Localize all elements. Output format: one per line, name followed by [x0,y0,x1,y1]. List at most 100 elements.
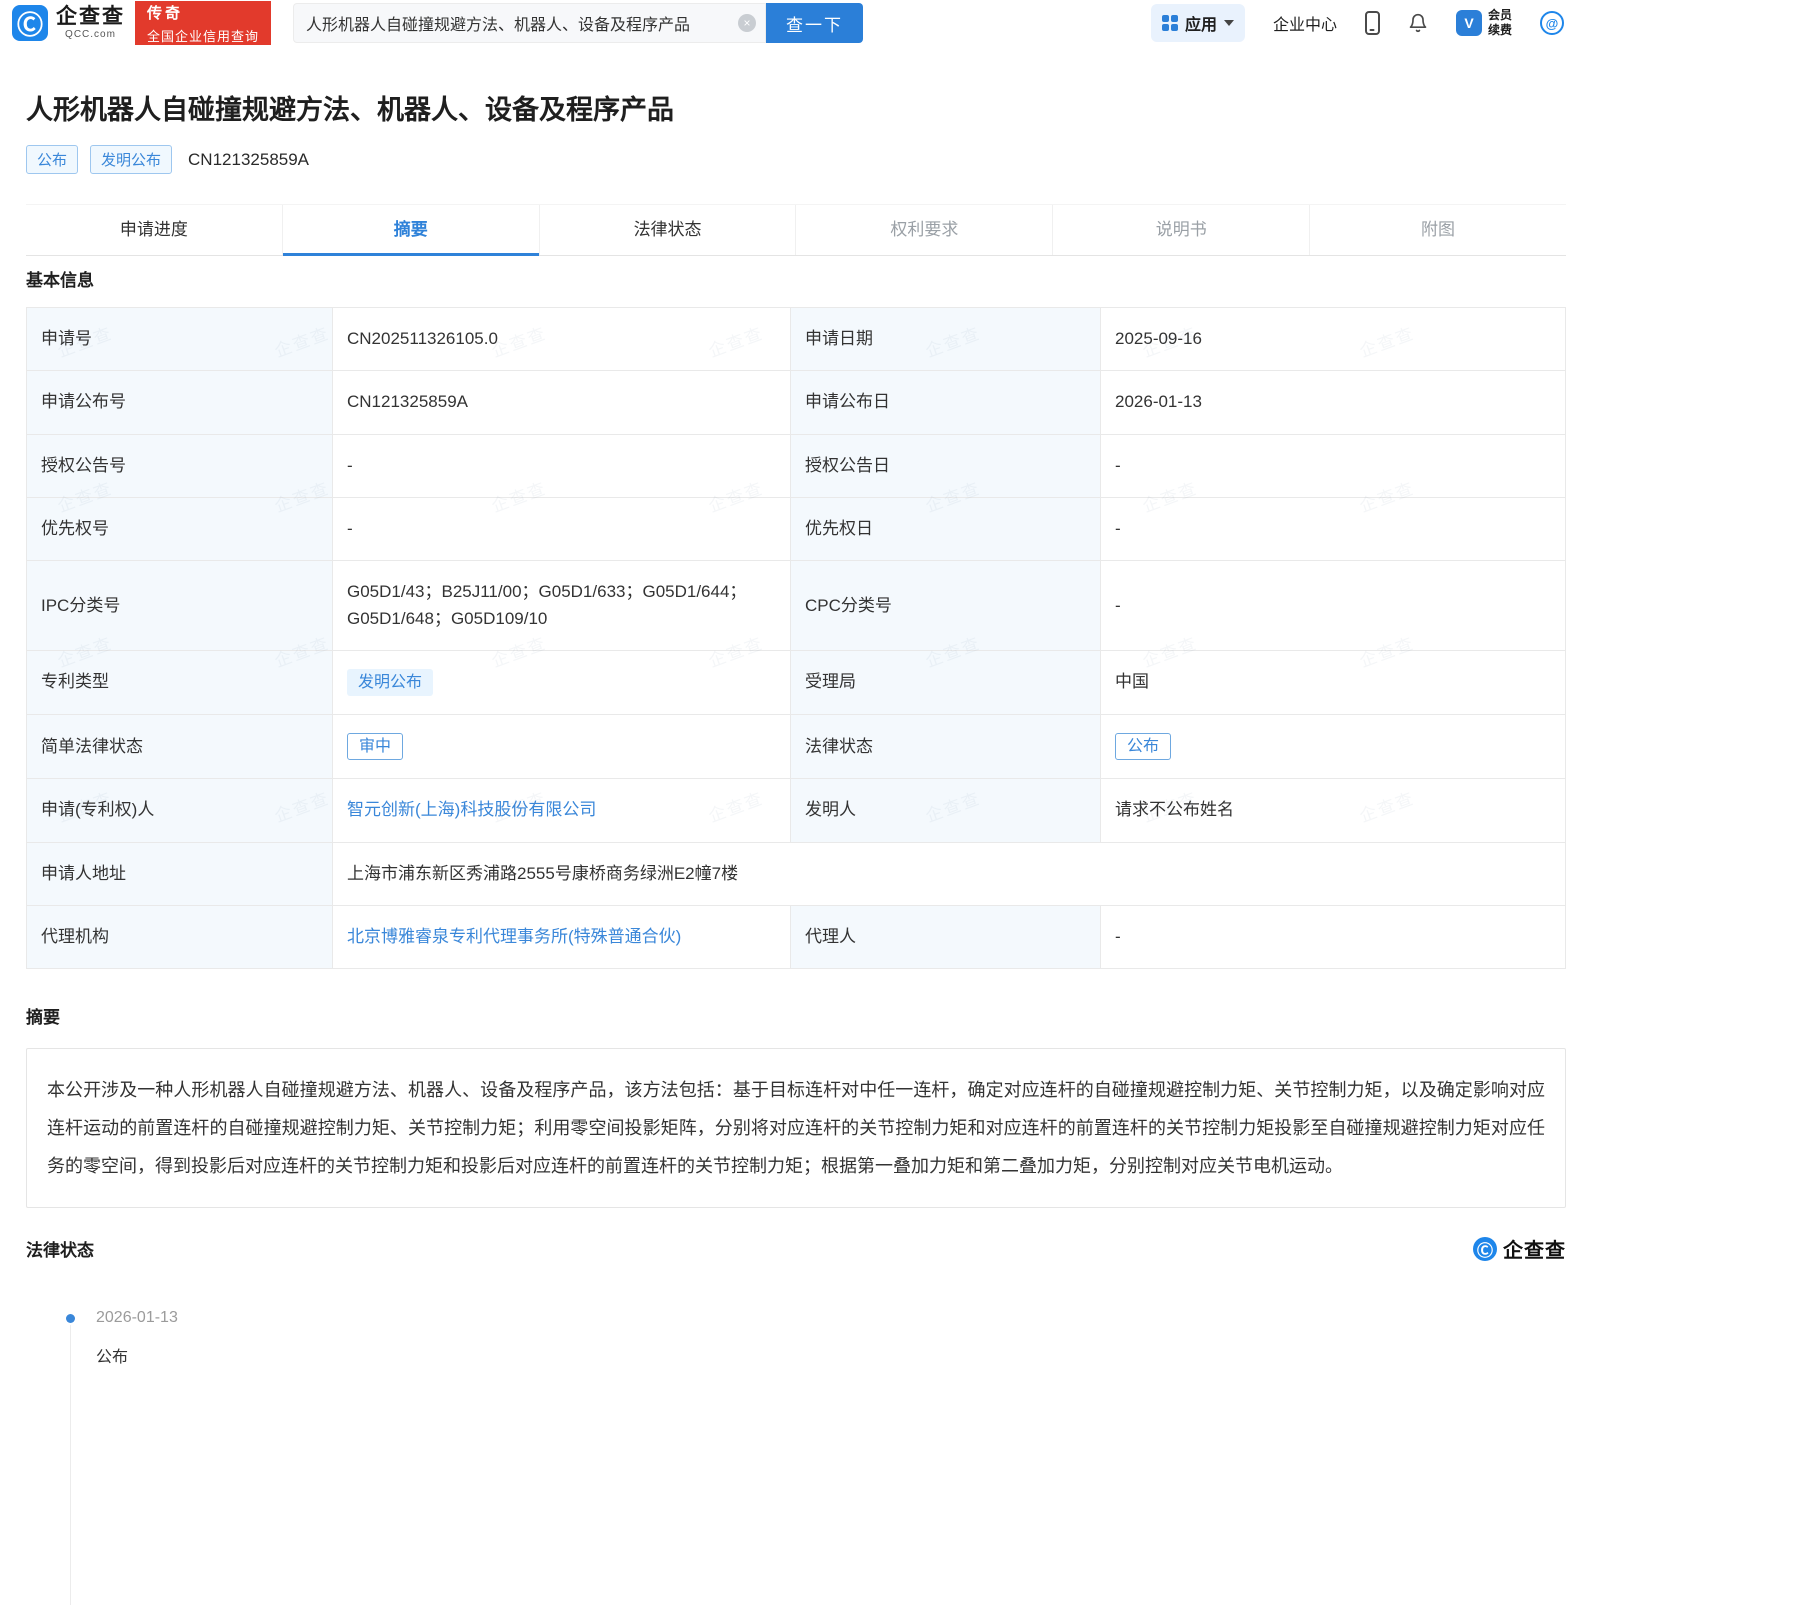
search-button[interactable]: 查一下 [766,3,863,43]
field-value: - [1101,498,1566,561]
table-row: 申请(专利权)人 智元创新(上海)科技股份有限公司 发明人 请求不公布姓名 [27,779,1566,842]
legal-status-header: 法律状态 Ⓒ 企查查 [26,1234,1566,1263]
legal-status-timeline: 2026-01-13 公布 [26,1309,1566,1609]
table-row: 代理机构 北京博雅睿泉专利代理事务所(特殊普通合伙) 代理人 - [27,906,1566,969]
field-value: 上海市浦东新区秀浦路2555号康桥商务绿洲E2幢7楼 [333,842,1566,905]
clear-search-icon[interactable]: × [738,14,756,32]
field-label: 发明人 [791,779,1101,842]
field-label: 专利类型 [27,651,333,715]
table-row: 申请号 CN202511326105.0 申请日期 2025-09-16 [27,308,1566,371]
simple-legal-status-tag: 审中 [347,733,403,760]
search-bar: × 查一下 [293,3,863,43]
field-value: 发明公布 [333,651,791,715]
field-label: 授权公告日 [791,434,1101,497]
table-row: 申请公布号 CN121325859A 申请公布日 2026-01-13 [27,371,1566,434]
enterprise-center-link[interactable]: 企业中心 [1273,11,1337,35]
field-value: 智元创新(上海)科技股份有限公司 [333,779,791,842]
vip-text: 会员 续费 [1488,8,1512,38]
abstract-heading: 摘要 [26,1003,1566,1028]
field-value: CN121325859A [333,371,791,434]
field-value: - [1101,561,1566,651]
qcc-mini-text: 企查查 [1503,1234,1566,1263]
qcc-logo[interactable]: Ⓒ 企查查 QCC.com [12,5,125,41]
field-label: 简单法律状态 [27,715,333,779]
field-label: IPC分类号 [27,561,333,651]
field-value: - [333,434,791,497]
qcc-logo-icon: Ⓒ [12,5,48,41]
status-tag: 公布 [26,145,78,174]
field-value: 请求不公布姓名 [1101,779,1566,842]
field-label: 受理局 [791,651,1101,715]
tab-figures[interactable]: 附图 [1309,205,1566,255]
patent-meta-row: 公布 发明公布 CN121325859A [26,145,1566,174]
field-value: - [1101,434,1566,497]
field-label: 授权公告号 [27,434,333,497]
table-row: IPC分类号 G05D1/43；B25J11/00；G05D1/633；G05D… [27,561,1566,651]
table-row: 专利类型 发明公布 受理局 中国 [27,651,1566,715]
notifications-bell-icon[interactable] [1408,12,1428,34]
logo-brand: 企查查 [56,6,125,27]
field-label: 代理机构 [27,906,333,969]
field-label: 申请号 [27,308,333,371]
table-row: 优先权号 - 优先权日 - [27,498,1566,561]
tab-application-progress[interactable]: 申请进度 [26,205,282,255]
field-label: 申请公布日 [791,371,1101,434]
field-value: 审中 [333,715,791,779]
field-value: G05D1/43；B25J11/00；G05D1/633；G05D1/644；G… [333,561,791,651]
tab-description[interactable]: 说明书 [1052,205,1309,255]
user-avatar[interactable]: @ [1540,11,1564,35]
tab-abstract[interactable]: 摘要 [282,205,539,255]
vip-line1: 会员 [1488,8,1512,23]
table-row: 授权公告号 - 授权公告日 - [27,434,1566,497]
field-value: 2026-01-13 [1101,371,1566,434]
qcc-logo-small: Ⓒ 企查查 [1473,1234,1566,1263]
top-navbar: Ⓒ 企查查 QCC.com 传奇 全国企业信用查询 × 查一下 应用 企业中心 … [0,0,1816,46]
timeline-item: 2026-01-13 公布 [26,1309,1566,1367]
timeline-dot-icon [66,1314,75,1323]
page-title: 人形机器人自碰撞规避方法、机器人、设备及程序产品 [26,88,1566,127]
field-label: 申请日期 [791,308,1101,371]
slogan-line1: 传奇 [147,2,259,23]
timeline-date: 2026-01-13 [96,1309,1566,1327]
qcc-logo-text: 企查查 QCC.com [56,6,125,40]
mobile-app-icon[interactable] [1365,11,1380,35]
patent-detail-page: 人形机器人自碰撞规避方法、机器人、设备及程序产品 公布 发明公布 CN12132… [26,88,1566,1609]
field-label: 申请(专利权)人 [27,779,333,842]
tab-legal-status[interactable]: 法律状态 [539,205,796,255]
search-input[interactable] [293,3,766,43]
apps-menu[interactable]: 应用 [1151,4,1245,42]
vip-line2: 续费 [1488,23,1512,38]
type-tag: 发明公布 [90,145,172,174]
chevron-down-icon [1224,20,1234,26]
slogan-line2: 全国企业信用查询 [147,26,259,45]
legal-status-heading: 法律状态 [26,1236,94,1261]
field-label: 法律状态 [791,715,1101,779]
basic-info-table: 申请号 CN202511326105.0 申请日期 2025-09-16 申请公… [26,307,1566,969]
apps-label: 应用 [1185,11,1217,35]
patent-type-tag: 发明公布 [347,669,433,696]
field-value: 2025-09-16 [1101,308,1566,371]
abstract-text: 本公开涉及一种人形机器人自碰撞规避方法、机器人、设备及程序产品，该方法包括：基于… [26,1048,1566,1208]
field-value: 公布 [1101,715,1566,779]
publication-number: CN121325859A [188,150,309,170]
vip-renew-button[interactable]: V 会员 续费 [1456,8,1512,38]
field-label: 优先权日 [791,498,1101,561]
qcc-mini-icon: Ⓒ [1473,1237,1497,1261]
detail-tabs: 申请进度 摘要 法律状态 权利要求 说明书 附图 [26,204,1566,256]
vip-icon: V [1456,10,1482,36]
tab-claims[interactable]: 权利要求 [795,205,1052,255]
field-value: - [333,498,791,561]
apps-grid-icon [1162,15,1178,31]
logo-domain: QCC.com [56,30,125,40]
field-label: 优先权号 [27,498,333,561]
slogan-badge: 传奇 全国企业信用查询 [135,1,271,45]
table-row: 简单法律状态 审中 法律状态 公布 [27,715,1566,779]
agency-link[interactable]: 北京博雅睿泉专利代理事务所(特殊普通合伙) [347,927,681,946]
table-row: 申请人地址 上海市浦东新区秀浦路2555号康桥商务绿洲E2幢7楼 [27,842,1566,905]
timeline-status: 公布 [96,1343,1566,1367]
navbar-right: 应用 企业中心 V 会员 续费 @ [1151,4,1816,42]
basic-info-heading: 基本信息 [26,266,1566,291]
field-value: 中国 [1101,651,1566,715]
applicant-link[interactable]: 智元创新(上海)科技股份有限公司 [347,800,596,819]
field-label: 申请公布号 [27,371,333,434]
